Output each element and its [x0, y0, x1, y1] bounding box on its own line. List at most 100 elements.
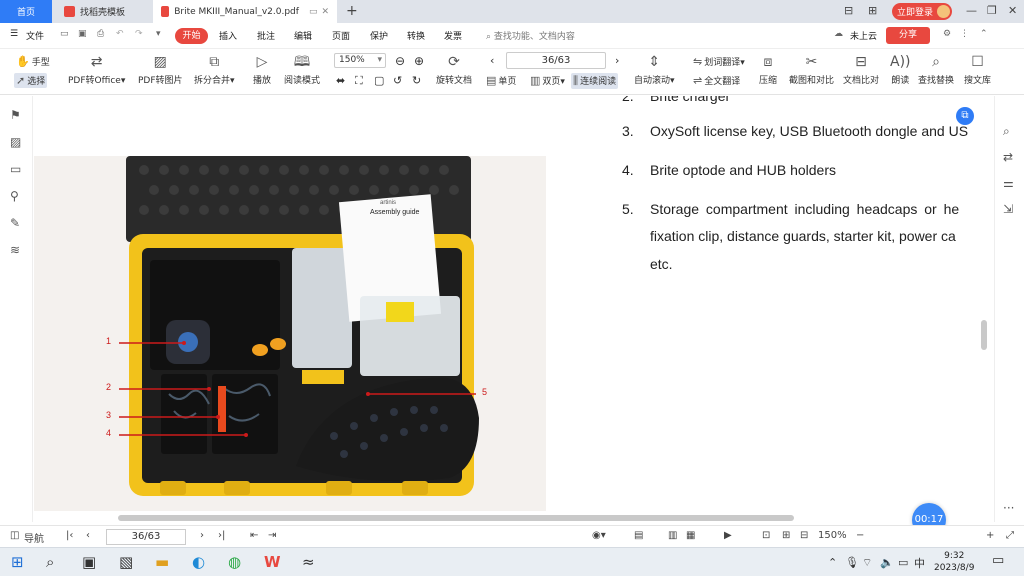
minimize-icon[interactable]: — [966, 4, 977, 17]
continuous-read-button[interactable]: ⫼ 连续阅读 [571, 73, 619, 89]
menu-protect[interactable]: 保护 [370, 29, 388, 42]
windows-start-icon[interactable]: ⊞ [11, 553, 24, 571]
search-doc-icon[interactable]: ⌕ [1003, 124, 1010, 139]
layout-icon[interactable]: ⊟ [844, 4, 853, 17]
zoom-out-icon[interactable]: ⊖ [395, 54, 405, 68]
app-icon[interactable]: ≈ [302, 553, 315, 571]
menu-page[interactable]: 页面 [332, 29, 350, 42]
fit-page-icon[interactable]: ⛶ [355, 74, 363, 88]
network-icon[interactable]: ⌔ [862, 556, 872, 570]
auto-scroll-button[interactable]: ⇕ 自动滚动▾ [634, 53, 675, 86]
save-icon[interactable]: ▣ [78, 29, 87, 39]
eye-icon[interactable]: ◉▾ [592, 530, 606, 541]
first-page-icon[interactable]: |‹ [66, 530, 73, 541]
menu-insert[interactable]: 插入 [219, 29, 237, 42]
last-page-icon[interactable]: ›| [218, 530, 225, 541]
menu-icon[interactable]: ☰ [10, 29, 18, 39]
signature-icon[interactable]: ✎ [10, 216, 20, 230]
close-tab-icon[interactable]: ✕ [321, 7, 329, 17]
redo-icon[interactable]: ↷ [135, 29, 143, 39]
mic-icon[interactable]: 🎙 [845, 556, 859, 569]
zoom-out-status-icon[interactable]: − [856, 530, 864, 541]
actual-size-icon[interactable]: ▢ [374, 74, 384, 87]
login-button[interactable]: 立即登录 [892, 3, 952, 20]
attachment-icon[interactable]: ⚲ [10, 189, 19, 203]
nav-label[interactable]: 导航 [24, 530, 44, 545]
fit-width-icon[interactable]: ⬌ [336, 74, 345, 87]
share-button[interactable]: 分享 [886, 27, 930, 44]
folder-icon[interactable]: ▭ [60, 29, 69, 39]
next-page-icon[interactable]: › [615, 54, 619, 67]
print-icon[interactable]: ⎙ [97, 29, 104, 39]
rotate-left-icon[interactable]: ↺ [393, 74, 402, 87]
ime-indicator[interactable]: 中 [914, 555, 925, 571]
more-icon[interactable]: ⋮ [960, 29, 969, 39]
read-mode-button[interactable]: 🕮 阅读模式 [284, 53, 320, 86]
doc-compare-button[interactable]: ⊟ 文档比对 [843, 53, 879, 86]
full-translate-button[interactable]: ⇌ 全文翻译 [693, 74, 740, 87]
float-tool-button[interactable]: ⧉ [956, 107, 974, 125]
prev-page-status-icon[interactable]: ‹ [86, 530, 90, 541]
cloud-status[interactable]: 未上云 [850, 29, 877, 42]
grid-icon[interactable]: ⊞ [868, 4, 877, 17]
menu-edit[interactable]: 编辑 [294, 29, 312, 42]
search-box[interactable]: ⌕ 查找功能、文档内容 [486, 29, 575, 42]
forward-icon[interactable]: ⇥ [268, 530, 276, 541]
wps-icon[interactable]: W [264, 553, 281, 571]
hand-tool[interactable]: ✋ 手型 [16, 55, 50, 68]
find-replace-button[interactable]: ⌕ 查找替换 [918, 53, 954, 86]
pdf-to-office-button[interactable]: ⇄ PDF转Office▾ [68, 53, 125, 86]
page-view-icon[interactable]: ▥ [668, 530, 677, 541]
select-tool[interactable]: ➚ 选择 [14, 73, 48, 88]
settings-icon[interactable]: ⚙ [943, 29, 951, 39]
adjust-icon[interactable]: ⚌ [1003, 176, 1014, 190]
notification-icon[interactable]: ▭ [992, 553, 1004, 568]
double-view-icon[interactable]: ▦ [686, 530, 695, 541]
single-view-icon[interactable]: ▤ [634, 530, 643, 541]
file-icon[interactable]: ▧ [119, 553, 133, 571]
document-view[interactable]: 1 2 3 4 5 artinis Assembly guide 2. Brit… [34, 96, 993, 514]
play-button[interactable]: ▷ 播放 [253, 53, 271, 86]
new-tab-icon[interactable]: + [346, 3, 358, 19]
tab-document[interactable]: Brite MKIII_Manual_v2.0.pdf ▭ ✕ [153, 0, 337, 23]
task-view-icon[interactable]: ▣ [82, 553, 96, 571]
menu-annotate[interactable]: 批注 [257, 29, 275, 42]
rotate-right-icon[interactable]: ↻ [412, 74, 421, 87]
zoom-in-status-icon[interactable]: + [986, 530, 994, 541]
fit-icon[interactable]: ⊡ [762, 530, 770, 541]
status-page-input[interactable]: 36/63 [106, 529, 186, 545]
pin-icon[interactable]: ▭ [309, 7, 318, 17]
dropdown-icon[interactable]: ▾ [156, 29, 161, 39]
zoom-select[interactable]: 150% ▾ [334, 53, 386, 68]
single-page-button[interactable]: ▤ 单页 [486, 74, 516, 87]
tray-chevron-icon[interactable]: ⌃ [828, 556, 837, 569]
vertical-scrollbar[interactable] [981, 320, 987, 350]
read-aloud-button[interactable]: A)) 朗读 [890, 53, 911, 86]
zoom-level[interactable]: 150% [818, 530, 847, 541]
search-library-button[interactable]: ☐ 搜文库 [964, 53, 991, 86]
rotate-doc-button[interactable]: ⟳ 旋转文档 [436, 53, 472, 86]
bookmark-icon[interactable]: ⚑ [10, 108, 21, 122]
menu-file[interactable]: 文件 [26, 29, 44, 42]
volume-icon[interactable]: 🔈 [880, 556, 894, 569]
menu-invoice[interactable]: 发票 [444, 29, 462, 42]
back-icon[interactable]: ⇤ [250, 530, 258, 541]
more-options-icon[interactable]: ··· [1003, 501, 1014, 515]
word-translate-button[interactable]: ⇋ 划词翻译▾ [693, 55, 745, 68]
export-icon[interactable]: ⇲ [1003, 202, 1013, 216]
undo-icon[interactable]: ↶ [116, 29, 124, 39]
collapse-icon[interactable]: ⌃ [980, 29, 988, 39]
restore-icon[interactable]: ❐ [987, 4, 997, 17]
zoom-in-icon[interactable]: ⊕ [414, 54, 424, 68]
menu-convert[interactable]: 转换 [407, 29, 425, 42]
comment-icon[interactable]: ▭ [10, 162, 21, 176]
prev-page-icon[interactable]: ‹ [490, 54, 494, 67]
pdf-to-image-button[interactable]: ▨ PDF转图片 [138, 53, 183, 86]
edge-icon[interactable]: ◐ [192, 553, 205, 571]
play-status-icon[interactable]: ▶ [724, 530, 732, 541]
double-page-button[interactable]: ▥ 双页▾ [530, 74, 565, 87]
clock[interactable]: 9:32 2023/8/9 [934, 550, 974, 574]
actual-size-status-icon[interactable]: ⊟ [800, 530, 808, 541]
horizontal-scrollbar[interactable] [118, 515, 794, 521]
thumbnail-icon[interactable]: ▨ [10, 135, 21, 149]
